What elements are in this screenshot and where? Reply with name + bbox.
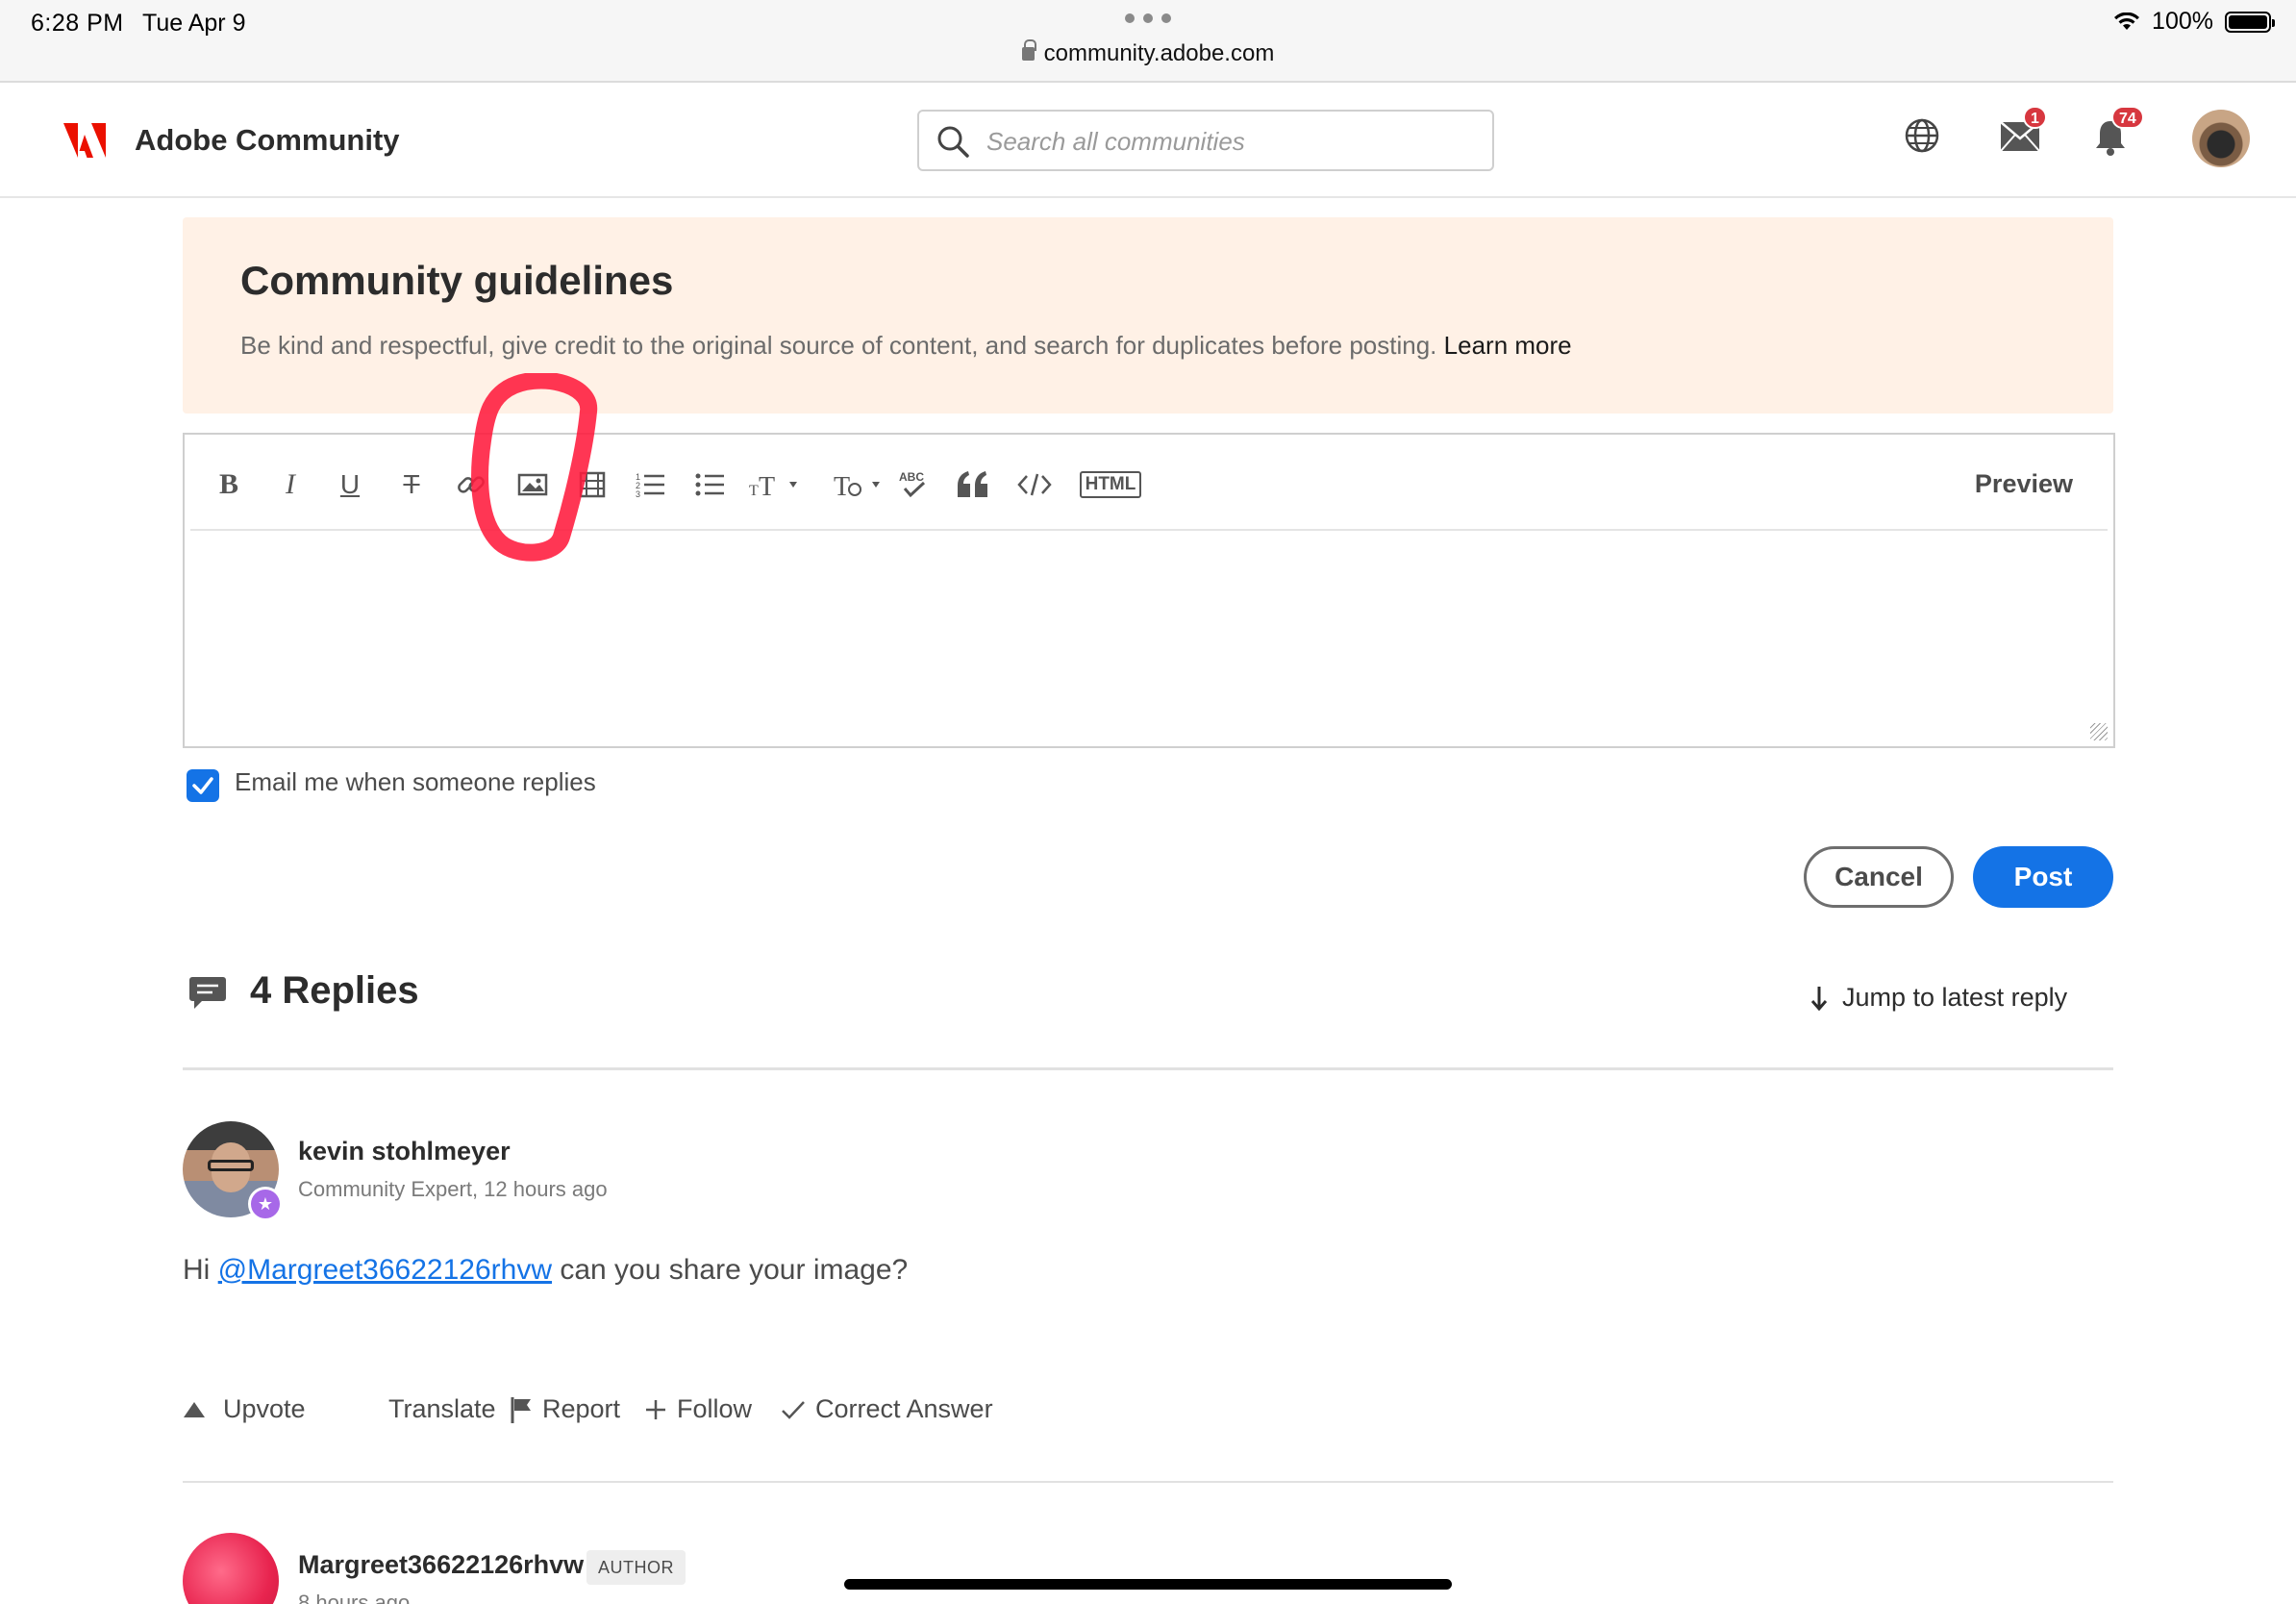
messages-badge: 1 (2023, 106, 2047, 129)
search-box[interactable] (917, 110, 1494, 171)
lock-icon (1021, 39, 1036, 61)
svg-text:T: T (759, 472, 775, 499)
address-bar[interactable]: community.adobe.com (0, 39, 2296, 67)
svg-text:T: T (834, 472, 850, 499)
follow-label: Follow (677, 1394, 753, 1423)
post-body: Hi @Margreet36622126rhvw can you share y… (183, 1254, 908, 1287)
replies-divider (183, 1067, 2113, 1070)
wifi-icon (2114, 12, 2140, 30)
status-time: 6:28 PM (31, 10, 124, 37)
status-date: Tue Apr 9 (142, 10, 246, 37)
notifications-badge: 74 (2111, 106, 2144, 129)
svg-text:T: T (749, 483, 759, 499)
jump-to-latest-reply-link[interactable]: Jump to latest reply (1809, 983, 2067, 1013)
adobe-logo-icon[interactable] (63, 123, 106, 158)
jump-label: Jump to latest reply (1842, 983, 2068, 1012)
url-text: community.adobe.com (1043, 40, 1275, 66)
battery-icon (2225, 11, 2275, 33)
flag-icon (511, 1396, 531, 1423)
site-header: Adobe Community 1 74 (0, 85, 2296, 198)
cancel-button[interactable]: Cancel (1804, 846, 1954, 908)
mention-link[interactable]: @Margreet36622126rhvw (218, 1254, 552, 1286)
email-replies-label[interactable]: Email me when someone replies (235, 767, 596, 797)
correct-answer-button[interactable]: Correct Answer (781, 1394, 993, 1424)
bold-icon[interactable]: B (210, 464, 248, 506)
post-divider (183, 1481, 2113, 1483)
resize-handle[interactable] (2090, 723, 2108, 740)
user-avatar[interactable] (2192, 110, 2250, 167)
translate-button[interactable]: Translate (388, 1394, 496, 1424)
post-meta: Community Expert, 12 hours ago (298, 1177, 608, 1201)
svg-text:3: 3 (636, 489, 640, 499)
checkmark-icon (192, 777, 213, 794)
multitasking-dots-icon[interactable] (1125, 13, 1171, 23)
image-icon[interactable] (512, 464, 554, 506)
post-author-name[interactable]: Margreet36622126rhvw (298, 1550, 584, 1580)
correct-answer-label: Correct Answer (815, 1394, 993, 1423)
plus-icon (646, 1399, 665, 1419)
editor-toolbar: B I U T 123 TT T ABC HTML Preview (190, 439, 2108, 531)
text-style-icon[interactable]: T (831, 464, 888, 506)
translate-label: Translate (388, 1394, 496, 1423)
underline-icon[interactable]: U (331, 464, 369, 506)
browser-status-bar: 6:28 PM Tue Apr 9 community.adobe.com 10… (0, 0, 2296, 83)
svg-text:ABC: ABC (899, 470, 924, 484)
report-button[interactable]: Report (510, 1394, 620, 1424)
checkmark-icon (782, 1400, 805, 1419)
upvote-button[interactable]: Upvote (183, 1394, 306, 1424)
learn-more-link[interactable]: Learn more (1444, 331, 1572, 360)
arrow-down-icon (1810, 986, 1828, 1011)
status-indicators: 100% (2113, 8, 2275, 36)
guidelines-text: Be kind and respectful, give credit to t… (240, 331, 1572, 361)
html-icon[interactable]: HTML (1075, 464, 1146, 506)
numbered-list-icon[interactable]: 123 (629, 464, 671, 506)
italic-icon[interactable]: I (271, 464, 310, 506)
report-label: Report (542, 1394, 621, 1423)
globe-icon[interactable] (1904, 117, 1940, 154)
post-body-prefix: Hi (183, 1254, 218, 1286)
search-input[interactable] (986, 123, 1467, 160)
post-body-suffix: can you share your image? (552, 1254, 909, 1286)
font-size-icon[interactable]: TT (748, 464, 806, 506)
search-icon (937, 126, 969, 158)
html-label: HTML (1079, 471, 1142, 498)
upvote-triangle-icon (184, 1401, 205, 1417)
guidelines-title: Community guidelines (240, 258, 674, 303)
replies-count: 4 Replies (250, 969, 419, 1012)
code-icon[interactable] (1013, 464, 1056, 506)
battery-percent: 100% (2152, 8, 2213, 35)
bulleted-list-icon[interactable] (688, 464, 731, 506)
quote-icon[interactable] (952, 464, 994, 506)
community-guidelines-banner: Community guidelines Be kind and respect… (183, 217, 2113, 414)
spellcheck-icon[interactable]: ABC (892, 464, 935, 506)
strikethrough-icon[interactable]: T (390, 464, 433, 506)
messages-button[interactable]: 1 (2000, 106, 2047, 157)
guidelines-body: Be kind and respectful, give credit to t… (240, 331, 1437, 360)
video-icon[interactable] (571, 464, 613, 506)
comment-icon (189, 977, 226, 1009)
home-indicator[interactable] (844, 1579, 1452, 1590)
post-button[interactable]: Post (1973, 846, 2113, 908)
brand-title[interactable]: Adobe Community (135, 123, 400, 158)
author-badge: AUTHOR (586, 1550, 686, 1585)
email-replies-checkbox[interactable] (187, 769, 219, 802)
notifications-button[interactable]: 74 (2094, 106, 2144, 161)
editor-text-area[interactable] (190, 535, 2108, 740)
upvote-label: Upvote (223, 1394, 306, 1423)
post-meta: 8 hours ago (298, 1591, 411, 1604)
link-icon[interactable] (452, 464, 490, 506)
avatar[interactable] (183, 1533, 279, 1604)
reply-editor: B I U T 123 TT T ABC HTML Preview (183, 433, 2115, 748)
preview-button[interactable]: Preview (1975, 469, 2073, 499)
follow-button[interactable]: Follow (644, 1394, 752, 1424)
community-expert-badge-icon: ★ (248, 1187, 283, 1221)
post-author-name[interactable]: kevin stohlmeyer (298, 1137, 511, 1166)
